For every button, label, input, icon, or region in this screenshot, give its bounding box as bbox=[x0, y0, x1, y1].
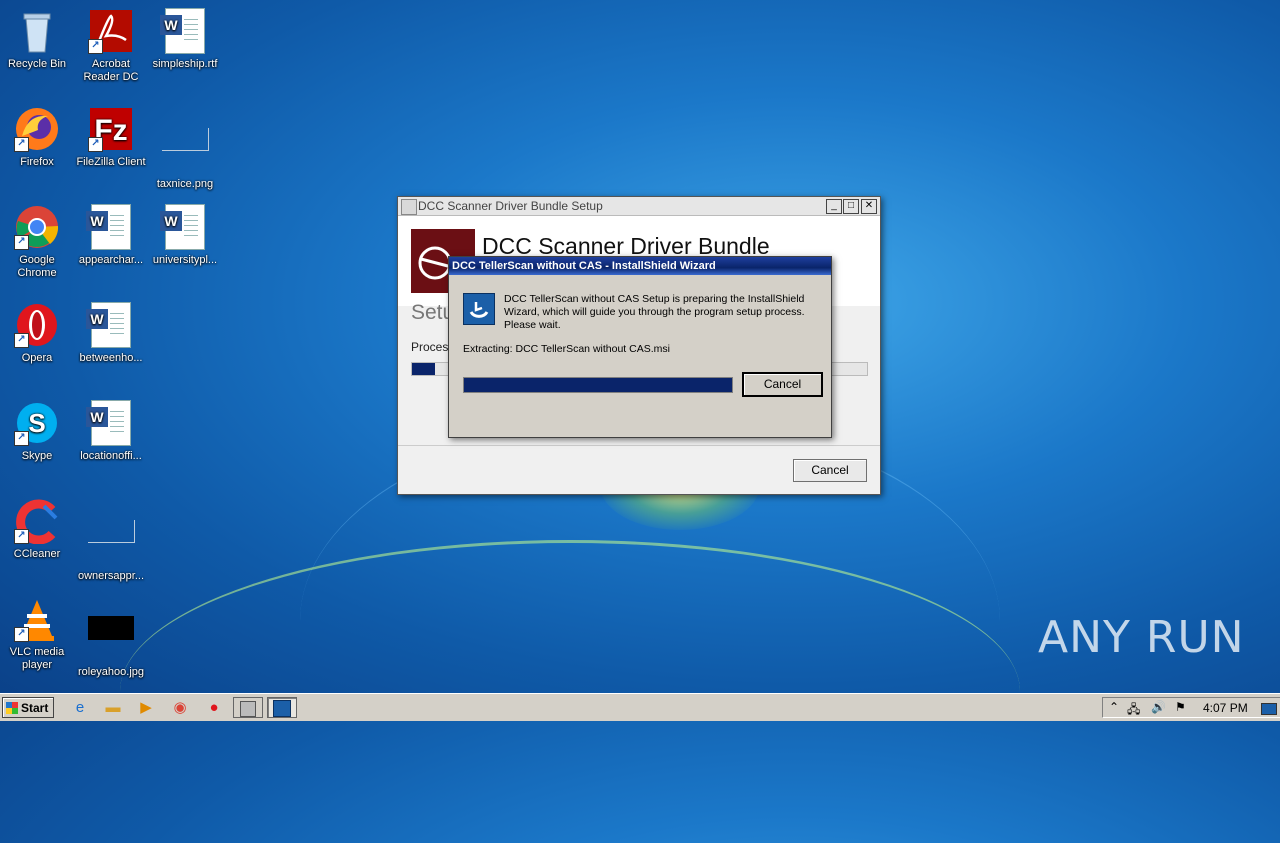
word-document-icon bbox=[160, 8, 208, 54]
wizard-progress-fill bbox=[464, 378, 732, 392]
show-desktop-icon[interactable] bbox=[1261, 703, 1277, 715]
chrome-taskbar-icon[interactable]: ◉ bbox=[171, 699, 189, 717]
desktop-icon-taxnice[interactable]: taxnice.png bbox=[148, 106, 222, 191]
image-file-icon bbox=[162, 128, 209, 174]
shortcut-arrow-icon: ↗ bbox=[14, 137, 29, 152]
desktop-icon-simpleship[interactable]: simpleship.rtf bbox=[148, 8, 222, 71]
desktop-icon-locationoffi[interactable]: locationoffi... bbox=[74, 400, 148, 463]
opera-icon: ↗ bbox=[14, 302, 60, 348]
desktop-icon-universitypl[interactable]: universitypl... bbox=[148, 204, 222, 267]
desktop-icon-chrome[interactable]: ↗ Google Chrome bbox=[0, 204, 74, 280]
taskbar-setup-window[interactable] bbox=[233, 697, 263, 718]
installshield-titlebar[interactable]: DCC TellerScan without CAS - InstallShie… bbox=[449, 257, 831, 275]
desktop-icon-roleyahoo[interactable]: roleyahoo.jpg bbox=[74, 596, 148, 679]
firefox-icon: ↗ bbox=[14, 106, 60, 152]
wizard-message: DCC TellerScan without CAS Setup is prep… bbox=[504, 293, 805, 331]
filezilla-icon: Fz ↗ bbox=[88, 106, 134, 152]
taskbar-installshield-window[interactable] bbox=[267, 697, 297, 718]
show-hidden-icons-icon[interactable]: ⌃ bbox=[1109, 700, 1119, 714]
word-document-icon bbox=[160, 204, 208, 250]
setup-app-icon bbox=[240, 701, 256, 717]
clock[interactable]: 4:07 PM bbox=[1203, 701, 1248, 715]
desktop-icon-firefox[interactable]: ↗ Firefox bbox=[0, 106, 74, 169]
desktop-icon-acrobat[interactable]: ↗ Acrobat Reader DC bbox=[74, 8, 148, 84]
setup-window-title: DCC Scanner Driver Bundle Setup bbox=[418, 199, 603, 213]
anyrun-watermark: ANY RUN bbox=[1038, 612, 1245, 663]
chrome-icon: ↗ bbox=[14, 204, 60, 250]
shortcut-arrow-icon: ↗ bbox=[88, 39, 103, 54]
setup-cancel-button[interactable]: Cancel bbox=[793, 459, 867, 482]
word-document-icon bbox=[86, 204, 134, 250]
svg-text:S: S bbox=[28, 408, 45, 438]
skype-icon: S ↗ bbox=[14, 400, 60, 446]
word-document-icon bbox=[86, 400, 134, 446]
maximize-button[interactable]: □ bbox=[843, 199, 859, 214]
recycle-bin-icon bbox=[14, 8, 60, 54]
desktop-icon-skype[interactable]: S ↗ Skype bbox=[0, 400, 74, 463]
divider bbox=[398, 445, 880, 446]
shortcut-arrow-icon: ↗ bbox=[14, 431, 29, 446]
word-document-icon bbox=[86, 302, 134, 348]
file-explorer-icon[interactable]: ▬ bbox=[104, 699, 122, 717]
internet-explorer-icon[interactable]: e bbox=[71, 699, 89, 717]
desktop-icon-opera[interactable]: ↗ Opera bbox=[0, 302, 74, 365]
installshield-icon bbox=[273, 700, 291, 717]
system-tray: ⌃ 🖧 🔊 ⚑ 4:07 PM bbox=[1102, 697, 1280, 718]
wizard-extracting-text: Extracting: DCC TellerScan without CAS.m… bbox=[463, 343, 670, 355]
minimize-button[interactable]: _ bbox=[826, 199, 842, 214]
desktop-icon-ccleaner[interactable]: ↗ CCleaner bbox=[0, 498, 74, 561]
taskbar: Start e ▬ ▶ ◉ ● ⌃ 🖧 🔊 ⚑ 4:07 PM bbox=[0, 693, 1280, 721]
desktop-icon-betweenho[interactable]: betweenho... bbox=[74, 302, 148, 365]
desktop-icon-recycle-bin[interactable]: Recycle Bin bbox=[0, 8, 74, 71]
shortcut-arrow-icon: ↗ bbox=[88, 137, 103, 152]
shortcut-arrow-icon: ↗ bbox=[14, 235, 29, 250]
setup-progress-fill bbox=[412, 363, 435, 375]
action-center-flag-icon[interactable]: ⚑ bbox=[1175, 700, 1186, 714]
image-file-icon bbox=[88, 616, 134, 662]
wizard-progress-bar bbox=[463, 377, 733, 393]
setup-app-icon bbox=[401, 199, 417, 215]
shortcut-arrow-icon: ↗ bbox=[14, 333, 29, 348]
start-button[interactable]: Start bbox=[2, 697, 54, 718]
shortcut-arrow-icon: ↗ bbox=[14, 627, 29, 642]
network-icon[interactable]: 🖧 bbox=[1127, 700, 1140, 721]
installshield-icon bbox=[463, 293, 495, 325]
wizard-cancel-button[interactable]: Cancel bbox=[742, 372, 823, 397]
image-file-icon bbox=[88, 520, 135, 566]
installshield-dialog: DCC TellerScan without CAS - InstallShie… bbox=[448, 256, 832, 438]
desktop-icon-appearchar[interactable]: appearchar... bbox=[74, 204, 148, 267]
wallpaper-swoosh bbox=[120, 540, 1020, 843]
desktop-icon-vlc[interactable]: ↗ VLC media player bbox=[0, 596, 74, 672]
acrobat-icon: ↗ bbox=[88, 8, 134, 54]
setup-window-titlebar[interactable]: DCC Scanner Driver Bundle Setup _ □ ✕ bbox=[398, 197, 880, 216]
desktop-icon-filezilla[interactable]: Fz ↗ FileZilla Client bbox=[74, 106, 148, 169]
media-player-icon[interactable]: ▶ bbox=[137, 699, 155, 717]
vlc-icon: ↗ bbox=[14, 596, 60, 642]
ccleaner-icon: ↗ bbox=[14, 498, 60, 545]
opera-taskbar-icon[interactable]: ● bbox=[205, 699, 223, 717]
volume-icon[interactable]: 🔊 bbox=[1151, 700, 1166, 714]
close-button[interactable]: ✕ bbox=[861, 199, 877, 214]
shortcut-arrow-icon: ↗ bbox=[14, 529, 29, 544]
desktop-icon-ownersappr[interactable]: ownersappr... bbox=[74, 498, 148, 583]
